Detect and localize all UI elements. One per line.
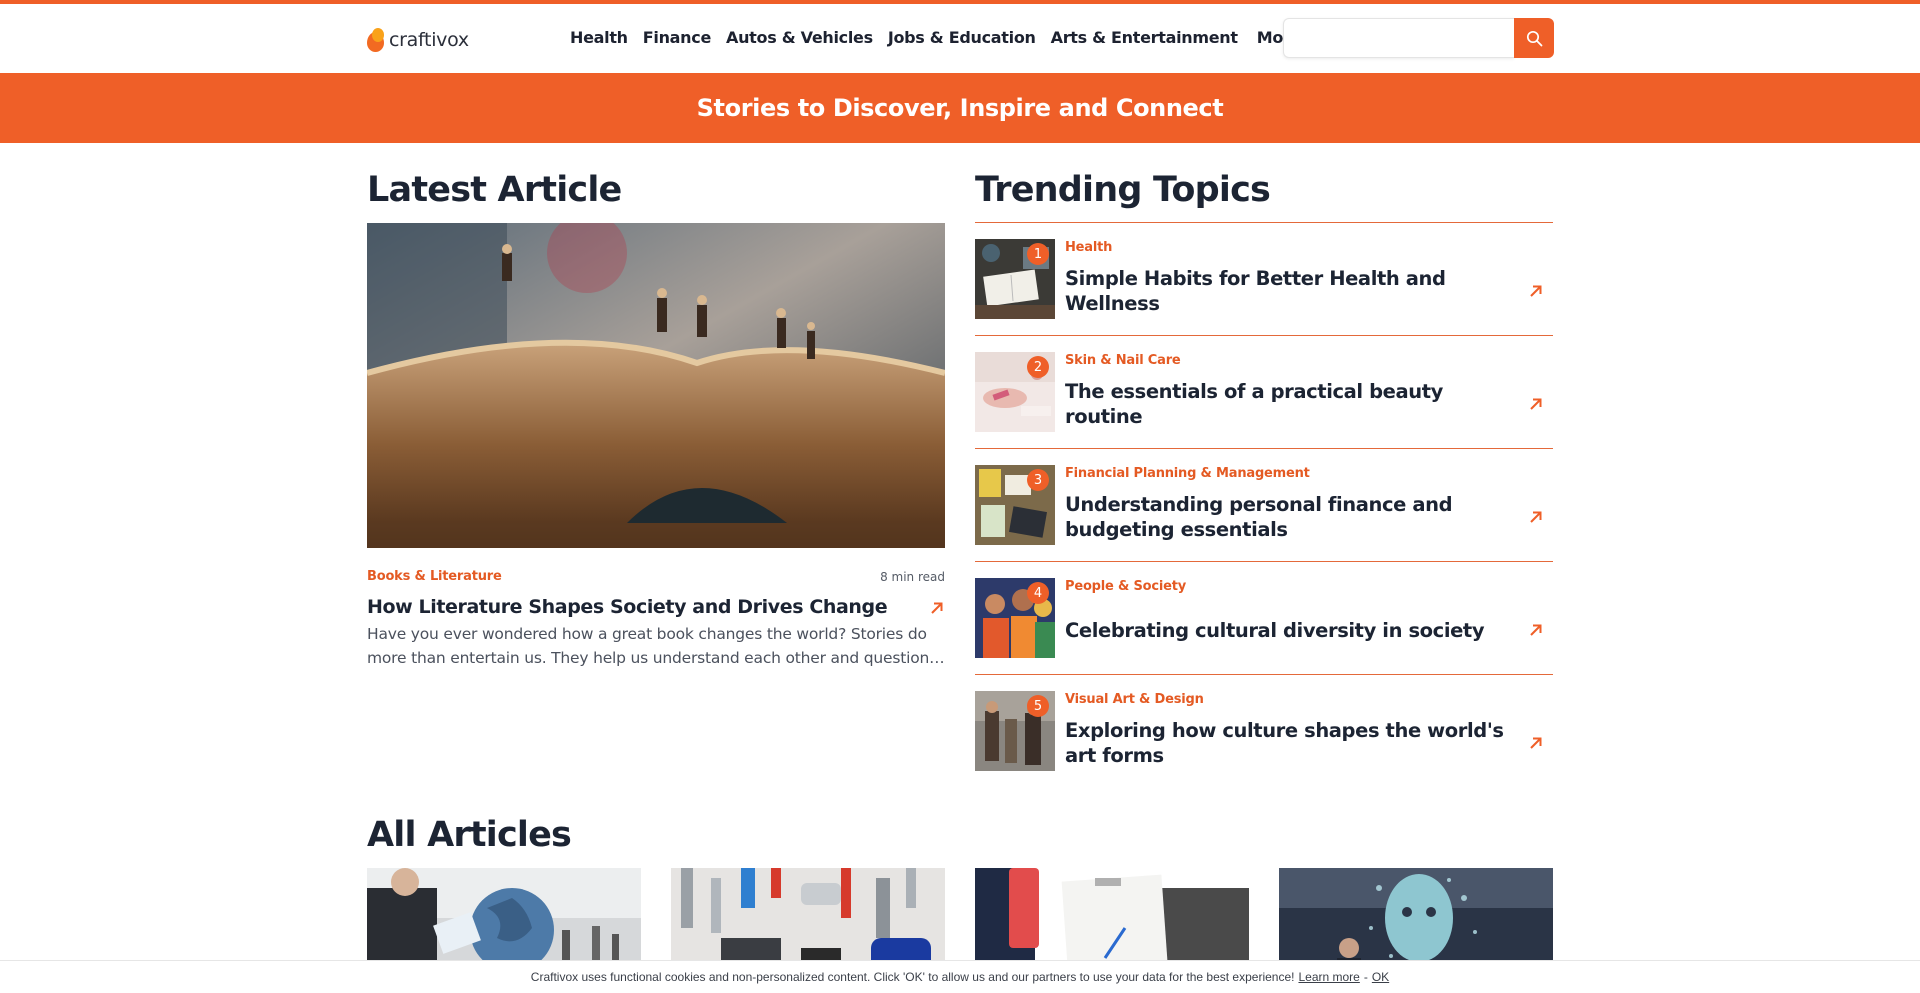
- cookie-text: Craftivox uses functional cookies and no…: [530, 970, 1295, 984]
- trending-thumbnail: 3: [975, 465, 1055, 545]
- trending-topics-heading: Trending Topics: [975, 170, 1271, 210]
- trending-item[interactable]: 5 Visual Art & Design Exploring how cult…: [975, 674, 1553, 787]
- arrow-up-right-icon[interactable]: [1528, 396, 1544, 412]
- arrow-up-right-icon[interactable]: [1528, 622, 1544, 638]
- hero-banner: Stories to Discover, Inspire and Connect: [0, 73, 1920, 143]
- arrow-up-right-icon[interactable]: [1528, 509, 1544, 525]
- latest-article-image[interactable]: [367, 223, 945, 548]
- trending-title[interactable]: Understanding personal finance and budge…: [1065, 492, 1505, 542]
- trending-rank-badge: 4: [1027, 582, 1049, 604]
- trending-category[interactable]: Skin & Nail Care: [1065, 353, 1181, 368]
- trending-list: 1 Health Simple Habits for Better Health…: [975, 222, 1553, 787]
- all-articles-heading: All Articles: [367, 815, 572, 855]
- search-button[interactable]: [1514, 18, 1554, 58]
- nav-item-finance[interactable]: Finance: [643, 28, 712, 47]
- trending-title[interactable]: Simple Habits for Better Health and Well…: [1065, 266, 1505, 316]
- trending-title[interactable]: Exploring how culture shapes the world's…: [1065, 718, 1505, 768]
- cookie-ok-button[interactable]: OK: [1372, 970, 1389, 984]
- trending-item[interactable]: 3 Financial Planning & Management Unders…: [975, 448, 1553, 561]
- trending-rank-badge: 3: [1027, 469, 1049, 491]
- trending-title[interactable]: The essentials of a practical beauty rou…: [1065, 379, 1505, 429]
- cookie-learn-more-link[interactable]: Learn more: [1298, 970, 1359, 984]
- arrow-up-right-icon[interactable]: [929, 600, 945, 616]
- cookie-separator: -: [1363, 970, 1368, 984]
- latest-article-meta: Books & Literature 8 min read: [367, 569, 945, 584]
- trending-thumbnail: 2: [975, 352, 1055, 432]
- latest-article-heading: Latest Article: [367, 170, 622, 210]
- latest-article-read-time: 8 min read: [880, 569, 945, 584]
- trending-thumbnail: 1: [975, 239, 1055, 319]
- trending-thumbnail: 5: [975, 691, 1055, 771]
- nav-item-health[interactable]: Health: [570, 28, 628, 47]
- main-nav: Health Finance Autos & Vehicles Jobs & E…: [570, 28, 1330, 47]
- nav-item-autos[interactable]: Autos & Vehicles: [726, 28, 873, 47]
- latest-article-title[interactable]: How Literature Shapes Society and Drives…: [367, 596, 927, 618]
- site-header: craftivox Health Finance Autos & Vehicle…: [0, 4, 1920, 73]
- logo-text: craftivox: [389, 29, 469, 51]
- arrow-up-right-icon[interactable]: [1528, 283, 1544, 299]
- site-logo[interactable]: craftivox: [367, 25, 469, 55]
- trending-rank-badge: 1: [1027, 243, 1049, 265]
- trending-thumbnail: 4: [975, 578, 1055, 658]
- search-icon: [1526, 30, 1542, 46]
- trending-category[interactable]: Visual Art & Design: [1065, 692, 1204, 707]
- logo-icon: [367, 28, 385, 52]
- trending-item[interactable]: 1 Health Simple Habits for Better Health…: [975, 222, 1553, 335]
- nav-item-jobs[interactable]: Jobs & Education: [888, 28, 1036, 47]
- nav-item-arts[interactable]: Arts & Entertainment: [1051, 28, 1238, 47]
- latest-article-excerpt: Have you ever wondered how a great book …: [367, 625, 930, 667]
- trending-category[interactable]: People & Society: [1065, 579, 1186, 594]
- trending-category[interactable]: Financial Planning & Management: [1065, 466, 1310, 481]
- trending-category[interactable]: Health: [1065, 240, 1112, 255]
- latest-article-category[interactable]: Books & Literature: [367, 569, 502, 584]
- cookie-banner: Craftivox uses functional cookies and no…: [0, 960, 1920, 993]
- trending-item[interactable]: 2 Skin & Nail Care The essentials of a p…: [975, 335, 1553, 448]
- search-bar: [1283, 18, 1554, 58]
- trending-rank-badge: 5: [1027, 695, 1049, 717]
- trending-title[interactable]: Celebrating cultural diversity in societ…: [1065, 618, 1485, 643]
- banner-text: Stories to Discover, Inspire and Connect: [696, 94, 1224, 122]
- trending-item[interactable]: 4 People & Society Celebrating cultural …: [975, 561, 1553, 674]
- search-input[interactable]: [1283, 18, 1514, 58]
- trending-rank-badge: 2: [1027, 356, 1049, 378]
- arrow-up-right-icon[interactable]: [1528, 735, 1544, 751]
